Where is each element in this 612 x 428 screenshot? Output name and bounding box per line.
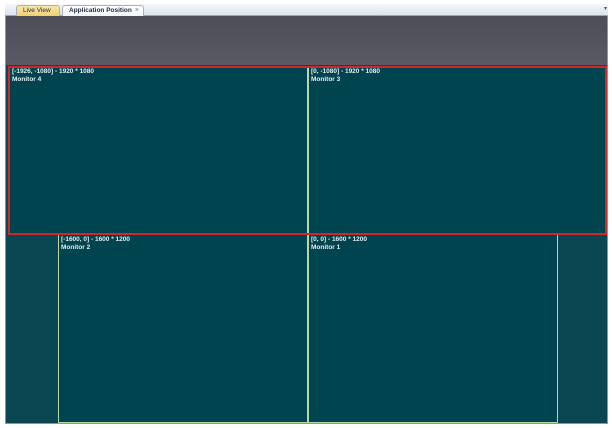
monitor-2-coords: [-1600, 0] - 1600 * 1200 — [61, 236, 131, 243]
monitor-3-name: Monitor 3 — [311, 75, 341, 83]
monitor-2-name: Monitor 2 — [61, 243, 91, 251]
monitor-2[interactable]: [-1600, 0] - 1600 * 1200 Monitor 2 — [58, 234, 308, 423]
tab-bar: Live View Application Position × ▾ — [5, 4, 608, 17]
monitor-layout-canvas: [-1926, -1080] - 1920 * 1080 Monitor 4 [… — [5, 16, 608, 424]
close-icon[interactable]: × — [135, 6, 139, 16]
monitor-2-label: [-1600, 0] - 1600 * 1200 Monitor 2 — [61, 236, 130, 251]
monitor-1[interactable]: [0, 0] - 1600 * 1200 Monitor 1 — [308, 234, 558, 423]
monitor-4-coords: [-1926, -1080] - 1920 * 1080 — [12, 68, 95, 75]
canvas-top-strip — [6, 16, 607, 65]
monitor-4-name: Monitor 4 — [12, 75, 42, 83]
monitor-3[interactable]: [0, -1080] - 1920 * 1080 Monitor 3 — [308, 66, 606, 234]
monitor-4-label: [-1926, -1080] - 1920 * 1080 Monitor 4 — [12, 68, 94, 83]
monitor-4[interactable]: [-1926, -1080] - 1920 * 1080 Monitor 4 — [9, 66, 308, 234]
tab-live-view[interactable]: Live View — [16, 5, 60, 16]
tab-live-view-label: Live View — [23, 7, 51, 14]
monitor-1-label: [0, 0] - 1600 * 1200 Monitor 1 — [311, 236, 367, 251]
chevron-down-icon[interactable]: ▾ — [604, 5, 607, 12]
tab-application-position-label: Application Position — [69, 7, 132, 14]
monitor-3-label: [0, -1080] - 1920 * 1080 Monitor 3 — [311, 68, 380, 83]
monitor-1-coords: [0, 0] - 1600 * 1200 — [311, 236, 368, 243]
monitor-1-name: Monitor 1 — [311, 243, 341, 251]
monitor-3-coords: [0, -1080] - 1920 * 1080 — [311, 68, 381, 75]
